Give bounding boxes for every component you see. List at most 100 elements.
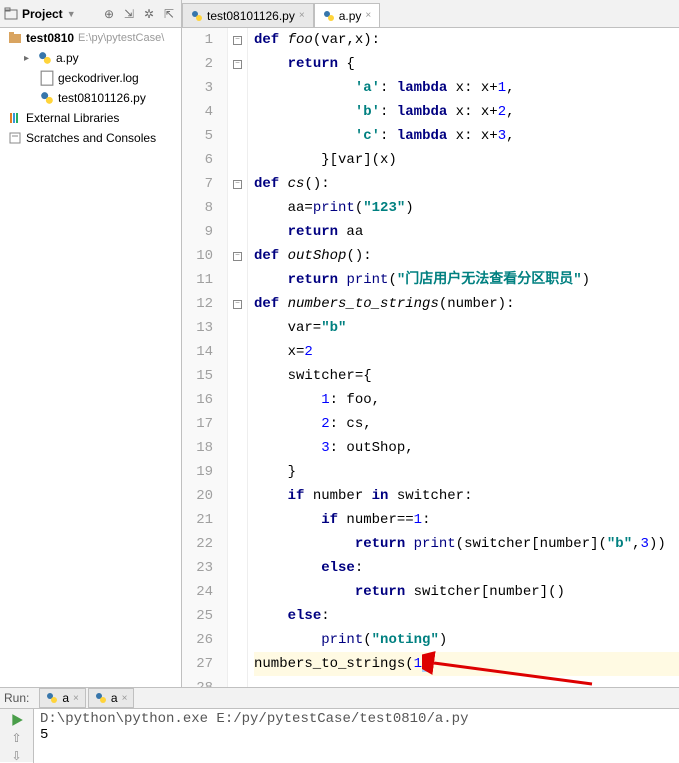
code-line[interactable]: def cs(): [254, 172, 679, 196]
line-number[interactable]: 12 [182, 292, 213, 316]
code-line[interactable]: else: [254, 556, 679, 580]
close-icon[interactable]: × [299, 10, 305, 21]
tab-test08101126[interactable]: test08101126.py × [182, 3, 314, 27]
tree-file-apy[interactable]: ▸ a.py [0, 48, 181, 68]
code-line[interactable]: return print(switcher[number]("b",3)) [254, 532, 679, 556]
line-number[interactable]: 22 [182, 532, 213, 556]
fold-marker[interactable]: − [228, 28, 247, 52]
code-line[interactable]: 'b': lambda x: x+2, [254, 100, 679, 124]
rerun-icon[interactable] [10, 713, 24, 727]
fold-marker[interactable] [228, 148, 247, 172]
code-line[interactable]: 'a': lambda x: x+1, [254, 76, 679, 100]
code-line[interactable] [254, 676, 679, 687]
fold-marker[interactable] [228, 268, 247, 292]
code-line[interactable]: switcher={ [254, 364, 679, 388]
fold-marker[interactable] [228, 580, 247, 604]
code-line[interactable]: print("noting") [254, 628, 679, 652]
scroll-down-icon[interactable]: ⇩ [10, 749, 24, 763]
close-icon[interactable]: × [365, 10, 371, 21]
code-line[interactable]: 'c': lambda x: x+3, [254, 124, 679, 148]
run-tab-a2[interactable]: a × [88, 688, 135, 708]
line-number[interactable]: 11 [182, 268, 213, 292]
tree-file-log[interactable]: geckodriver.log [0, 68, 181, 88]
chevron-right-icon[interactable]: ▸ [24, 53, 34, 64]
line-number[interactable]: 21 [182, 508, 213, 532]
line-number[interactable]: 4 [182, 100, 213, 124]
fold-column[interactable]: −−−−− [228, 28, 248, 687]
line-number[interactable]: 1 [182, 28, 213, 52]
line-number[interactable]: 19 [182, 460, 213, 484]
tree-external-libs[interactable]: External Libraries [0, 108, 181, 128]
line-number[interactable]: 13 [182, 316, 213, 340]
code-line[interactable]: return { [254, 52, 679, 76]
project-tree[interactable]: test0810 E:\py\pytestCase\ ▸ a.py geckod… [0, 28, 182, 687]
code-area[interactable]: def foo(var,x): return { 'a': lambda x: … [248, 28, 679, 687]
line-number[interactable]: 7 [182, 172, 213, 196]
chevron-down-icon[interactable]: ▼ [67, 9, 76, 19]
line-number[interactable]: 8 [182, 196, 213, 220]
fold-marker[interactable] [228, 316, 247, 340]
code-line[interactable]: def numbers_to_strings(number): [254, 292, 679, 316]
fold-marker[interactable] [228, 364, 247, 388]
line-number[interactable]: 16 [182, 388, 213, 412]
collapse-icon[interactable]: ⇱ [161, 6, 177, 22]
code-line[interactable]: aa=print("123") [254, 196, 679, 220]
line-number[interactable]: 20 [182, 484, 213, 508]
line-number[interactable]: 10 [182, 244, 213, 268]
line-number[interactable]: 26 [182, 628, 213, 652]
code-line[interactable]: numbers_to_strings(1) [254, 652, 679, 676]
fold-marker[interactable]: − [228, 52, 247, 76]
fold-marker[interactable] [228, 196, 247, 220]
code-line[interactable]: }[var](x) [254, 148, 679, 172]
tree-file-testpy[interactable]: test08101126.py [0, 88, 181, 108]
code-line[interactable]: 1: foo, [254, 388, 679, 412]
fold-marker[interactable] [228, 532, 247, 556]
line-gutter[interactable]: 1234567891011121314151617181920212223242… [182, 28, 228, 687]
line-number[interactable]: 25 [182, 604, 213, 628]
fold-marker[interactable] [228, 556, 247, 580]
code-line[interactable]: else: [254, 604, 679, 628]
close-icon[interactable]: × [73, 693, 79, 704]
line-number[interactable]: 24 [182, 580, 213, 604]
code-line[interactable]: return switcher[number]() [254, 580, 679, 604]
line-number[interactable]: 3 [182, 76, 213, 100]
code-editor[interactable]: 1234567891011121314151617181920212223242… [182, 28, 679, 687]
line-number[interactable]: 9 [182, 220, 213, 244]
code-line[interactable]: var="b" [254, 316, 679, 340]
code-line[interactable]: def outShop(): [254, 244, 679, 268]
line-number[interactable]: 6 [182, 148, 213, 172]
close-icon[interactable]: × [122, 693, 128, 704]
fold-marker[interactable]: − [228, 292, 247, 316]
project-tool-window-header[interactable]: Project ▼ ⊕ ⇲ ✲ ⇱ [0, 0, 182, 27]
fold-marker[interactable] [228, 652, 247, 676]
tree-root[interactable]: test0810 E:\py\pytestCase\ [0, 28, 181, 48]
tab-a[interactable]: a.py × [314, 3, 381, 27]
code-line[interactable]: 3: outShop, [254, 436, 679, 460]
fold-marker[interactable] [228, 76, 247, 100]
line-number[interactable]: 28 [182, 676, 213, 687]
fold-marker[interactable] [228, 340, 247, 364]
run-output[interactable]: D:\python\python.exe E:/py/pytestCase/te… [34, 709, 679, 763]
fold-marker[interactable] [228, 436, 247, 460]
line-number[interactable]: 14 [182, 340, 213, 364]
fold-marker[interactable] [228, 676, 247, 687]
fold-marker[interactable] [228, 460, 247, 484]
fold-marker[interactable] [228, 124, 247, 148]
fold-marker[interactable]: − [228, 244, 247, 268]
scroll-up-icon[interactable]: ⇧ [10, 731, 24, 745]
fold-marker[interactable] [228, 412, 247, 436]
line-number[interactable]: 23 [182, 556, 213, 580]
fold-marker[interactable] [228, 628, 247, 652]
fold-marker[interactable] [228, 508, 247, 532]
fold-marker[interactable] [228, 100, 247, 124]
fold-marker[interactable] [228, 604, 247, 628]
code-line[interactable]: x=2 [254, 340, 679, 364]
expand-icon[interactable]: ⇲ [121, 6, 137, 22]
code-line[interactable]: return print("门店用户无法查看分区职员") [254, 268, 679, 292]
line-number[interactable]: 18 [182, 436, 213, 460]
code-line[interactable]: def foo(var,x): [254, 28, 679, 52]
code-line[interactable]: 2: cs, [254, 412, 679, 436]
line-number[interactable]: 17 [182, 412, 213, 436]
fold-marker[interactable] [228, 388, 247, 412]
code-line[interactable]: if number==1: [254, 508, 679, 532]
